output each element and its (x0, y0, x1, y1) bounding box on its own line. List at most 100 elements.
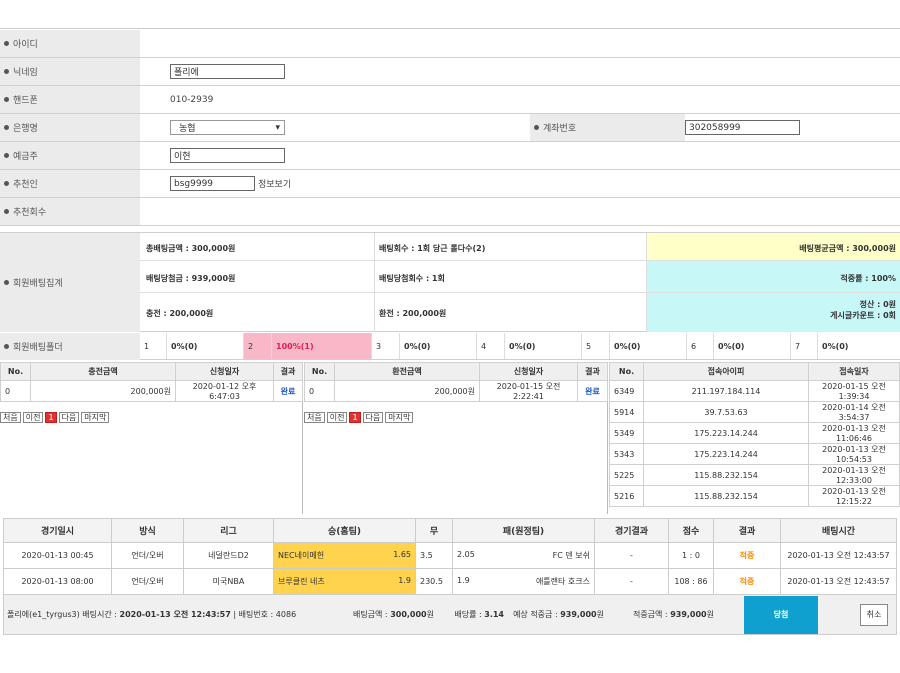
info-view-link[interactable]: 정보보기 (258, 177, 291, 190)
pager-first-button[interactable]: 처음 (0, 412, 21, 423)
cell-ip: 211.197.184.114 (643, 380, 809, 402)
cell-date: 2020-01-15 오전 2:22:41 (479, 380, 578, 402)
pager-prev-button[interactable]: 이전 (326, 412, 348, 423)
cell-bet-time: 2020-01-13 오전 12:43:57 (780, 542, 897, 569)
folder-4-num: 4 (477, 333, 505, 359)
col-ip: 접속아이피 (643, 362, 809, 381)
summary-cell-exchange: 환전 : 200,000원 (375, 293, 647, 332)
col-score: 점수 (668, 518, 714, 543)
cancel-button[interactable]: 취소 (860, 603, 888, 626)
rate-value: 3.14 (484, 610, 504, 619)
away-team: 애틀랜타 호크스 (535, 577, 590, 586)
summary-cell-hit-rate: 적중률 : 100% (647, 261, 900, 293)
summary-cell-total: 총배팅금액 : 300,000원 (140, 233, 375, 261)
amount-unit: 원 (426, 610, 434, 619)
col-league: 리그 (183, 518, 274, 543)
charge-panel: No. 충전금액 신청일자 결과 0 200,000원 2020-01-12 오… (0, 362, 303, 514)
recommender-input[interactable]: bsg9999 (170, 176, 255, 191)
value-userid (140, 30, 900, 57)
bank-select[interactable]: 농협 ▾ (170, 120, 285, 135)
cell-game-result: - (594, 568, 669, 595)
cell-date: 2020-01-13 오전 11:06:46 (808, 422, 900, 444)
table-row: 6349 211.197.184.114 2020-01-15 오전 1:39:34 (609, 380, 900, 402)
pager-page-button[interactable]: 1 (45, 412, 57, 423)
col-away: 패(원정팀) (452, 518, 595, 543)
top-divider (0, 28, 900, 29)
dropdown-arrow-icon: ▾ (275, 122, 280, 133)
pager-prev-button[interactable]: 이전 (22, 412, 44, 423)
cell-no: 5225 (609, 464, 644, 486)
cell-no: 0 (0, 380, 31, 402)
pager-first-button[interactable]: 처음 (304, 412, 325, 423)
folder-3-val: 0%(0) (400, 333, 477, 359)
cell-score: 1 : 0 (668, 542, 714, 569)
summary-cell-average: 배팅평균금액 : 300,000원 (647, 233, 900, 261)
pager-next-button[interactable]: 다음 (362, 412, 384, 423)
cell-ip: 39.7.53.63 (643, 401, 809, 423)
cell-result: 적중 (713, 568, 781, 595)
bank-selected: 농협 (179, 124, 196, 134)
hit-label: 적중금액 : (632, 610, 671, 619)
folder-7-val: 0%(0) (822, 342, 849, 351)
folder-6-num: 6 (687, 333, 714, 359)
pager-page-button[interactable]: 1 (349, 412, 361, 423)
cell-no: 5349 (609, 422, 644, 444)
nickname-input[interactable]: 폴리에 (170, 64, 285, 79)
cell-date: 2020-01-13 00:45 (3, 542, 112, 569)
hit-value: 939,000 (670, 610, 707, 619)
col-no: No. (0, 362, 31, 381)
pager-last-button[interactable]: 마지막 (385, 412, 414, 423)
label-text: 추천회수 (13, 208, 47, 218)
col-charge-amount: 충전금액 (30, 362, 176, 381)
away-odds: 1.9 (457, 576, 470, 585)
home-team: 브루클린 네츠 (278, 577, 325, 586)
cell-date: 2020-01-13 08:00 (3, 568, 112, 595)
login-panel: No. 접속아이피 접속일자 6349 211.197.184.114 2020-0… (609, 362, 900, 514)
value-account: 302058999 (685, 114, 900, 141)
bullet-icon (4, 344, 9, 349)
cell-result: 완료 (273, 380, 303, 402)
table-row: 5343 175.223.14.244 2020-01-13 오전 10:54:53 (609, 443, 900, 465)
col-result: 결과 (577, 362, 608, 381)
value-recommend-count (140, 198, 900, 225)
table-row: 0 200,000원 2020-01-12 오후 6:47:03 완료 (0, 380, 303, 402)
cell-draw: 3.5 (415, 542, 453, 569)
label-recommend-count: 추천회수 (0, 198, 140, 225)
label-text: 예금주 (13, 152, 38, 162)
bet-info-prefix: 폴리에(e1_tyrgus3) 배팅시간 : (7, 610, 120, 619)
pager-last-button[interactable]: 마지막 (81, 412, 110, 423)
rate-label: 배당률 : (454, 610, 485, 619)
holder-input[interactable]: 이현 (170, 148, 285, 163)
value-phone: 010-2939 (140, 86, 900, 113)
value-recommender: bsg9999 정보보기 (140, 170, 900, 197)
win-status-button[interactable]: 당첨 (744, 595, 818, 634)
table-row: 5225 115.88.232.154 2020-01-13 오전 12:33:00 (609, 464, 900, 486)
account-input[interactable]: 302058999 (685, 120, 800, 135)
label-text: 추천인 (13, 180, 38, 190)
pager-next-button[interactable]: 다음 (58, 412, 80, 423)
table-row: 5914 39.7.53.63 2020-01-14 오전 3:54:37 (609, 401, 900, 423)
away-odds: 2.05 (457, 550, 475, 559)
label-bank: 은행명 (0, 114, 140, 141)
label-phone: 핸드폰 (0, 86, 140, 113)
col-type: 방식 (111, 518, 184, 543)
col-result: 결과 (273, 362, 303, 381)
hit-unit: 원 (706, 610, 714, 619)
label-text: 아이디 (13, 40, 38, 50)
col-request-date: 신청일자 (479, 362, 578, 381)
label-account: 계좌번호 (530, 114, 685, 141)
settle-text: 정산 : 0원 (859, 300, 896, 309)
cell-date: 2020-01-13 오전 10:54:53 (808, 443, 900, 465)
cell-result: 완료 (577, 380, 608, 402)
bullet-icon (4, 209, 9, 214)
folder-6-val: 0%(0) (714, 333, 791, 359)
cell-date: 2020-01-13 오전 12:15:22 (808, 485, 900, 507)
col-no: No. (304, 362, 335, 381)
bullet-icon (4, 280, 9, 285)
label-text: 회원배팅폴더 (13, 343, 63, 353)
bullet-icon (4, 153, 9, 158)
table-row: 5349 175.223.14.244 2020-01-13 오전 11:06:46 (609, 422, 900, 444)
table-row: 5216 115.88.232.154 2020-01-13 오전 12:15:22 (609, 485, 900, 507)
bet-history: 경기일시 방식 리그 승(홈팀) 무 패(원정팀) 경기결과 점수 결과 배팅시… (3, 518, 897, 635)
folder-stats-label: 회원배팅폴더 (0, 333, 140, 360)
